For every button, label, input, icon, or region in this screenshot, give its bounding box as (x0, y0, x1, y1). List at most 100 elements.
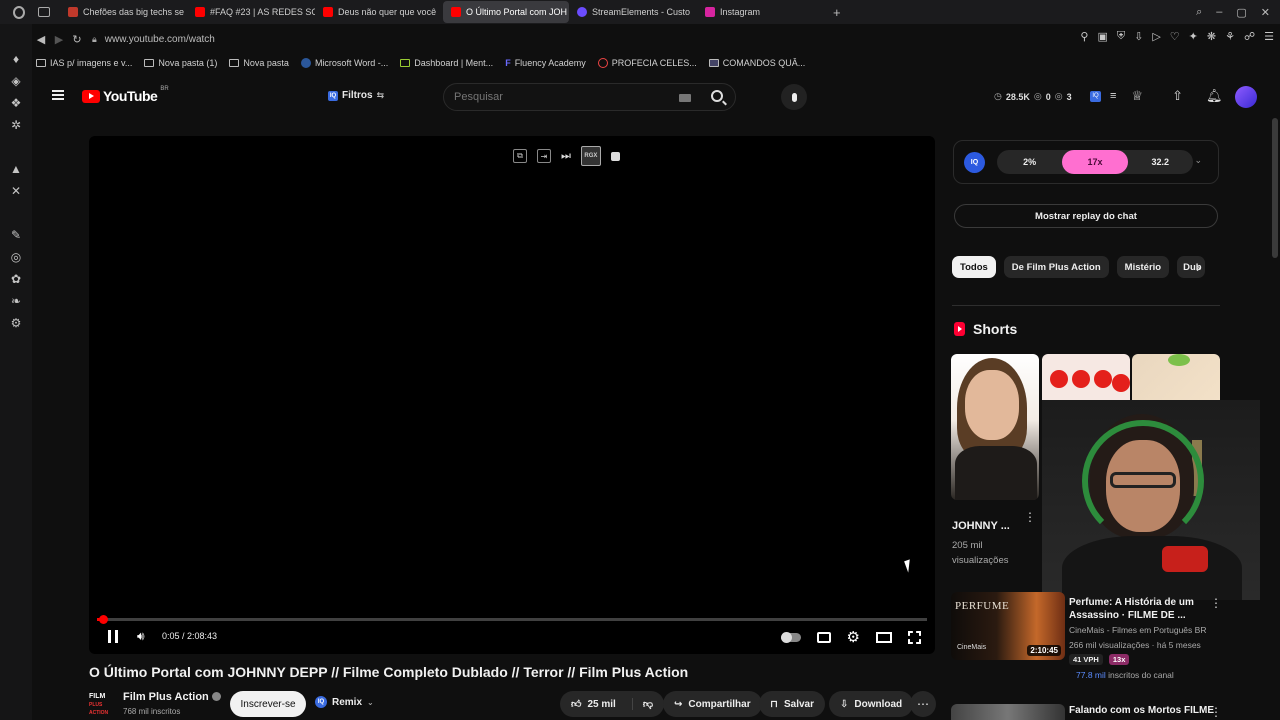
opera-logo-icon[interactable] (8, 1, 30, 23)
sidebar-ext-icon[interactable]: ◎ (11, 250, 21, 264)
scrollbar[interactable] (1272, 118, 1278, 258)
list-icon[interactable]: ≡ (1110, 90, 1116, 102)
search-input[interactable] (454, 91, 674, 103)
iq-icon[interactable]: IQ (1090, 90, 1101, 102)
sidebar-ext-icon[interactable]: ◈ (11, 74, 20, 88)
short-title[interactable]: JOHNNY ... (952, 520, 1010, 532)
subscribe-button[interactable]: Inscrever-se (230, 691, 306, 717)
bookmark-item[interactable]: IAS p/ imagens e v... (32, 58, 136, 68)
bookmark-item[interactable]: PROFECIA CELES... (594, 58, 701, 68)
video-thumbnail[interactable] (951, 704, 1065, 720)
snapshot-icon[interactable]: ▣ (1097, 30, 1107, 43)
skip-icon[interactable]: ⏭ (561, 150, 571, 163)
menu-icon[interactable] (52, 90, 64, 100)
tab-list-icon[interactable] (38, 7, 50, 17)
play-icon[interactable]: ▷ (1152, 30, 1160, 43)
forward-icon[interactable]: ▶ (50, 33, 68, 46)
subtitles-icon[interactable] (816, 631, 831, 643)
browser-tab[interactable]: Instagram (697, 1, 825, 23)
rgx-button[interactable]: RGX (580, 146, 601, 166)
video-channel[interactable]: CineMais - Filmes em Português BR (1069, 625, 1206, 635)
browser-tab[interactable]: Deus não quer que você (315, 1, 443, 23)
maximize-icon[interactable]: ▢ (1236, 6, 1246, 19)
bell-icon[interactable]: 🔔︎ (1206, 88, 1223, 104)
progress-scrubber[interactable] (99, 615, 108, 624)
share-button[interactable]: ↪ Compartilhar (663, 691, 762, 717)
bookmark-item[interactable]: F Fluency Academy (501, 58, 590, 68)
chevron-down-icon[interactable]: ⌄ (1194, 155, 1202, 166)
volume-icon[interactable]: 🔊︎ (137, 629, 145, 644)
voice-search-button[interactable] (781, 84, 807, 110)
sidebar-ext-icon[interactable]: ✿ (11, 272, 21, 286)
youtube-logo[interactable]: YouTube BR (82, 86, 169, 104)
heart-icon[interactable]: ♡ (1170, 30, 1180, 43)
copy-icon[interactable]: ⧉ (513, 149, 527, 163)
bookmark-item[interactable]: Nova pasta (1) (140, 58, 221, 68)
browser-tab[interactable]: StreamElements - Custo (569, 1, 697, 23)
pause-icon[interactable] (108, 630, 118, 643)
avatar[interactable] (1235, 86, 1257, 108)
minimize-icon[interactable]: – (1216, 6, 1222, 18)
new-tab-button[interactable]: + (825, 1, 849, 23)
video-title[interactable]: Perfume: A História de um Assassino · FI… (1069, 596, 1209, 622)
extension-icon[interactable]: ❋ (1207, 30, 1216, 43)
search-tabs-icon[interactable]: ⌕ (1196, 6, 1202, 19)
filters-button[interactable]: IQ Filtros ⇆ (328, 90, 384, 101)
more-vert-icon[interactable]: ⋮ (1024, 510, 1036, 524)
short-thumbnail[interactable] (1132, 354, 1220, 400)
download-button[interactable]: ⇩ Download (829, 691, 914, 717)
extension-icon[interactable]: ⚘ (1225, 30, 1235, 43)
bookmark-item[interactable]: Microsoft Word -... (297, 58, 392, 68)
close-icon[interactable]: ✕ (1261, 6, 1270, 19)
channel-logo[interactable]: FILM PLUS ACTION (89, 693, 115, 716)
more-vert-icon[interactable]: ⋮ (1210, 596, 1222, 610)
pin-icon[interactable]: ⚲ (1080, 30, 1088, 43)
video-thumbnail[interactable]: PERFUME CineMais 2:10:45 (951, 592, 1065, 660)
browser-tab[interactable]: #FAQ #23 | AS REDES SO (187, 1, 315, 23)
more-vert-icon[interactable]: ⋮ (1210, 705, 1222, 719)
enter-icon[interactable]: ⇥ (537, 149, 551, 163)
show-chat-replay-button[interactable]: Mostrar replay do chat (954, 204, 1218, 228)
short-thumbnail[interactable] (1042, 354, 1130, 400)
channel-name[interactable]: Film Plus Action (123, 691, 221, 703)
iq-logo[interactable]: IQ (964, 152, 985, 173)
chevron-right-icon[interactable]: › (1196, 259, 1212, 275)
miniplayer-icon[interactable] (610, 151, 620, 161)
video-title[interactable]: Falando com os Mortos FILME (1069, 705, 1214, 716)
x-twitter-icon[interactable]: ✕ (11, 184, 21, 198)
video-player[interactable]: ⧉ ⇥ ⏭ RGX 🔊︎ 0:05 / 2:08:43 ⚙ (89, 136, 935, 654)
settings-icon[interactable]: ⚙ (11, 316, 22, 330)
theater-mode-icon[interactable] (876, 631, 892, 643)
sidebar-ext-icon[interactable]: ▲ (10, 162, 22, 176)
trophy-icon[interactable]: ♕ (1131, 88, 1143, 104)
sidebar-ext-icon[interactable]: ❧ (11, 294, 21, 308)
upload-icon[interactable]: ⇧ (1172, 88, 1183, 104)
menu-icon[interactable]: ☰ (1264, 30, 1274, 43)
chip-all[interactable]: Todos (952, 256, 996, 278)
url-field[interactable]: www.youtube.com/watch (105, 34, 215, 45)
sidebar-ext-icon[interactable]: ✲ (11, 118, 21, 132)
download-icon[interactable]: ⇩ (1134, 30, 1143, 43)
bookmark-item[interactable]: COMANDOS QUÂ... (705, 58, 810, 68)
browser-tab-active[interactable]: O Último Portal com JOH (443, 1, 569, 23)
browser-tab[interactable]: Chefões das big techs se (60, 1, 187, 23)
extension-icon[interactable]: ☍ (1244, 30, 1255, 43)
dislike-icon[interactable]: 👎︎ (631, 698, 653, 710)
chip-channel[interactable]: De Film Plus Action (1003, 256, 1109, 278)
progress-bar[interactable] (97, 615, 927, 624)
extension-icon[interactable]: ✦ (1189, 30, 1198, 43)
lock-icon[interactable]: 🔒︎ (92, 34, 97, 45)
remix-button[interactable]: IQ Remix ⌄ (315, 696, 374, 708)
reload-icon[interactable]: ↻ (68, 33, 86, 46)
bookmark-item[interactable]: Dashboard | Ment... (396, 58, 497, 68)
sidebar-ext-icon[interactable]: ♦ (13, 52, 19, 66)
search-icon[interactable] (711, 90, 723, 102)
keyboard-icon[interactable] (679, 94, 691, 102)
like-button[interactable]: 👍︎ 25 mil 👎︎ (560, 691, 664, 717)
chip-mystery[interactable]: Mistério (1116, 256, 1170, 278)
back-icon[interactable]: ◀ (32, 33, 50, 46)
save-button[interactable]: ⊓ Salvar (759, 691, 825, 717)
sidebar-ext-icon[interactable]: ❖ (11, 96, 22, 110)
shield-icon[interactable]: ⛨ (1117, 30, 1125, 43)
short-thumbnail[interactable] (951, 354, 1039, 500)
